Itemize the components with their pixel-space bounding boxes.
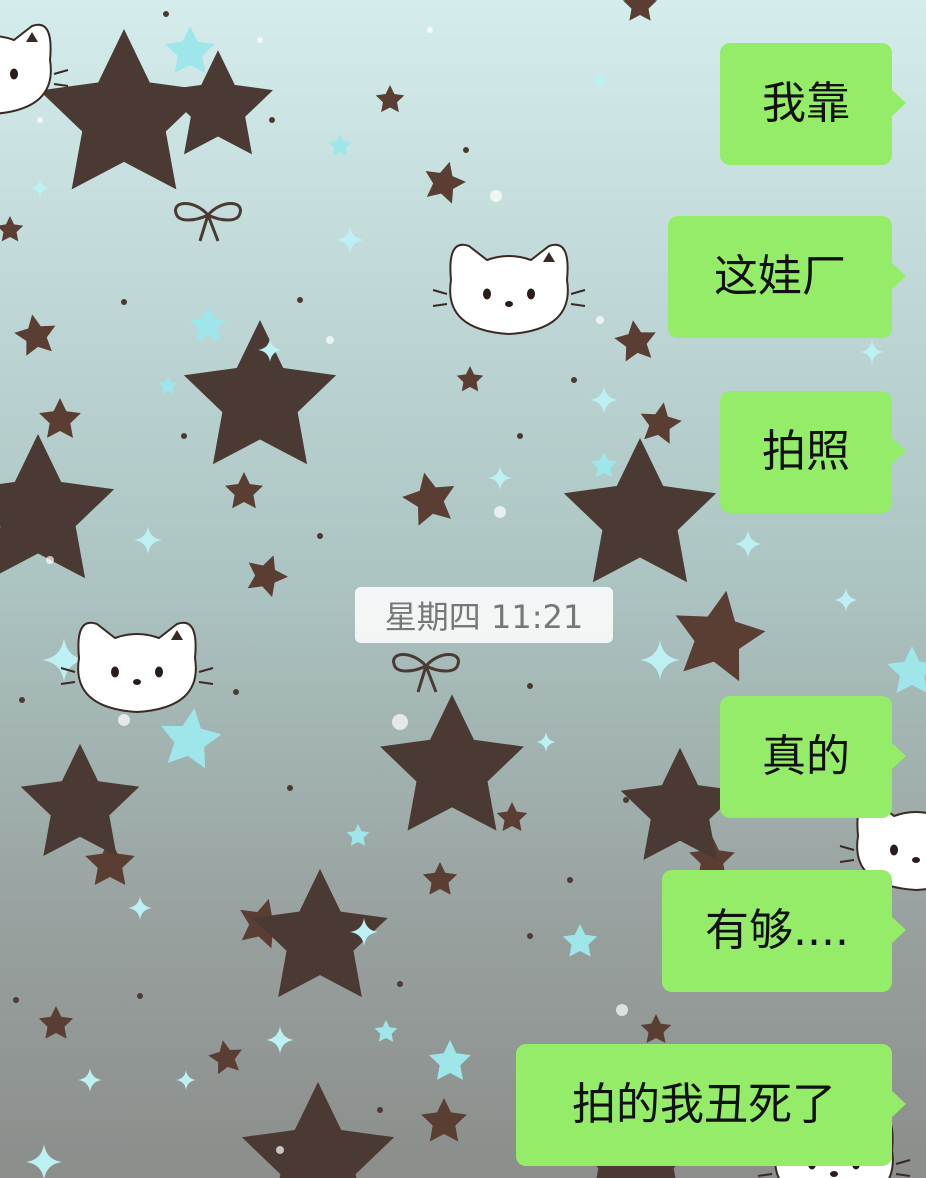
message-bubble[interactable]: 这娃厂 bbox=[668, 216, 906, 338]
message-bubble[interactable]: 有够.... bbox=[662, 870, 906, 992]
chat-background: 星期四 11:21 我靠 这娃厂 拍照 真的 有够.... 拍的我丑死了 bbox=[0, 0, 926, 1178]
message-bubble[interactable]: 真的 bbox=[720, 696, 906, 818]
message-text: 拍的我丑死了 bbox=[572, 1079, 836, 1130]
chat-timestamp: 星期四 11:21 bbox=[355, 587, 613, 643]
message-text: 我靠 bbox=[762, 78, 850, 129]
message-text: 真的 bbox=[762, 731, 850, 782]
star-icon bbox=[0, 0, 772, 1142]
message-bubble[interactable]: 我靠 bbox=[720, 43, 906, 165]
message-text: 拍照 bbox=[762, 426, 850, 477]
message-text: 有够.... bbox=[705, 905, 849, 956]
message-bubble[interactable]: 拍的我丑死了 bbox=[516, 1044, 906, 1166]
message-text: 这娃厂 bbox=[714, 251, 846, 302]
message-bubble[interactable]: 拍照 bbox=[720, 391, 906, 513]
